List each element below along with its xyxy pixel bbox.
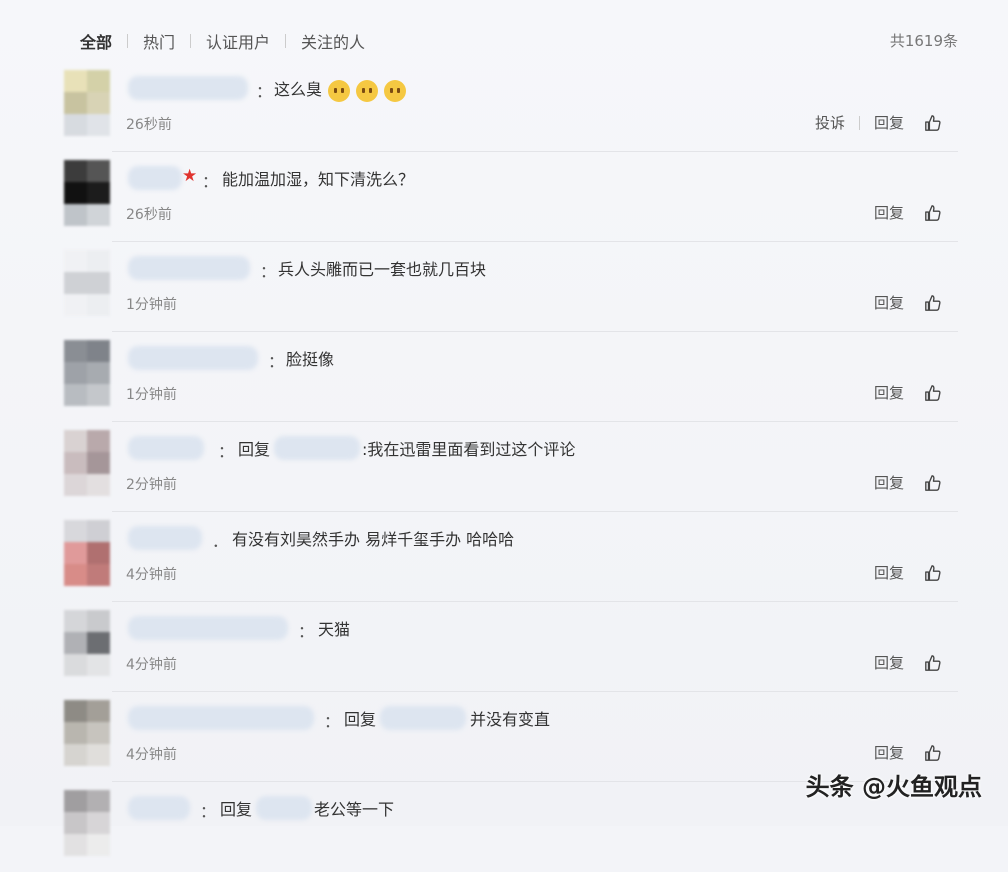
username-blurred[interactable] — [128, 706, 314, 730]
comment-total-count: 共1619条 — [889, 32, 958, 50]
comment-actions: 回复 — [874, 652, 942, 673]
username-blurred[interactable] — [128, 796, 190, 820]
thumbs-up-icon[interactable] — [924, 293, 942, 313]
name-colon: ： — [324, 712, 341, 731]
avatar[interactable] — [64, 520, 110, 586]
tab-all[interactable]: 全部 — [80, 29, 127, 53]
comment-time: 4分钟前 — [126, 657, 177, 673]
avatar[interactable] — [64, 700, 110, 766]
reply-prefix: 回复 — [344, 710, 377, 729]
comment-row: ： 这么臭 26秒前 投诉 回复 — [0, 62, 1008, 152]
avatar[interactable] — [64, 70, 110, 136]
comment-time: 4分钟前 — [126, 567, 177, 583]
cat-emoji-icon — [384, 79, 407, 102]
thumbs-up-icon[interactable] — [924, 473, 942, 493]
avatar[interactable] — [64, 610, 110, 676]
comment-filter-tabs: 全部 热门 认证用户 关注的人 — [80, 28, 380, 54]
reply-button[interactable]: 回复 — [874, 472, 904, 493]
reply-target-username-blurred[interactable] — [274, 436, 360, 460]
comment-time: 1分钟前 — [126, 387, 177, 403]
watermark: 头条 @火鱼观点 — [805, 773, 982, 801]
name-colon: ： — [268, 352, 285, 371]
username-blurred[interactable] — [128, 616, 288, 640]
reply-target-username-blurred[interactable] — [256, 796, 312, 820]
comment-actions: 回复 — [874, 742, 942, 763]
reply-button[interactable]: 回复 — [874, 382, 904, 403]
tab-following[interactable]: 关注的人 — [286, 29, 380, 53]
thumbs-up-icon[interactable] — [924, 383, 942, 403]
thumbs-up-icon[interactable] — [924, 113, 942, 133]
comment-text: 能加温加湿，知下清洗么？ — [222, 170, 415, 189]
comment-time: 4分钟前 — [126, 747, 177, 763]
name-colon: ． — [212, 532, 229, 551]
username-blurred[interactable] — [128, 166, 182, 190]
avatar[interactable] — [64, 430, 110, 496]
comment-actions: 回复 — [874, 472, 942, 493]
comment-row: ： 天猫 4分钟前 回复 — [0, 602, 1008, 692]
reply-button[interactable]: 回复 — [874, 202, 904, 223]
comment-text: 兵人头雕而已一套也就几百块 — [278, 260, 487, 279]
comment-actions: 回复 — [874, 292, 942, 313]
comment-time: 1分钟前 — [126, 297, 177, 313]
comment-text: 并没有变直 — [470, 710, 551, 729]
avatar[interactable] — [64, 790, 110, 856]
name-colon: ： — [218, 442, 235, 461]
comment-row: ： 脸挺像 1分钟前 回复 — [0, 332, 1008, 422]
comment-actions: 回复 — [874, 382, 942, 403]
reply-prefix: 回复 — [220, 800, 253, 819]
comment-actions: 投诉 回复 — [815, 112, 942, 133]
reply-target-username-blurred[interactable] — [380, 706, 466, 730]
comment-text: 脸挺像 — [286, 350, 335, 369]
thumbs-up-icon[interactable] — [924, 563, 942, 583]
thumbs-up-icon[interactable] — [924, 203, 942, 223]
thumbs-up-icon[interactable] — [924, 653, 942, 673]
report-button[interactable]: 投诉 — [815, 112, 845, 133]
reply-button[interactable]: 回复 — [874, 112, 904, 133]
comment-time: 26秒前 — [126, 117, 172, 133]
username-blurred[interactable] — [128, 346, 258, 370]
comment-row: ★ ： 能加温加湿，知下清洗么？ 26秒前 回复 — [0, 152, 1008, 242]
username-blurred[interactable] — [128, 526, 202, 550]
cat-emoji-icon — [328, 79, 351, 102]
comment-row: ． 有没有刘昊然手办 易烊千玺手办 哈哈哈 4分钟前 回复 — [0, 512, 1008, 602]
username-blurred[interactable] — [128, 76, 248, 100]
avatar[interactable] — [64, 160, 110, 226]
username-blurred[interactable] — [128, 256, 250, 280]
comment-text: 老公等一下 — [314, 800, 395, 819]
reply-button[interactable]: 回复 — [874, 562, 904, 583]
comment-time: 2分钟前 — [126, 477, 177, 493]
comment-time: 26秒前 — [126, 207, 172, 223]
comment-actions: 回复 — [874, 202, 942, 223]
name-colon: ： — [202, 172, 219, 191]
comment-text: 有没有刘昊然手办 易烊千玺手办 哈哈哈 — [232, 530, 515, 549]
tab-verified-users[interactable]: 认证用户 — [191, 29, 285, 53]
name-colon: ： — [200, 802, 217, 821]
name-colon: ： — [298, 622, 315, 641]
comment-panel: 全部 热门 认证用户 关注的人 共1619条 ： 这么臭 26秒前 投诉 回复 — [0, 0, 1008, 856]
reply-prefix: 回复 — [238, 440, 271, 459]
reply-button[interactable]: 回复 — [874, 292, 904, 313]
action-divider — [858, 115, 860, 130]
avatar[interactable] — [64, 250, 110, 316]
comment-row: ： 回复 :我在迅雷里面看到过这个评论 2分钟前 回复 — [0, 422, 1008, 512]
cat-emoji-icon — [356, 79, 379, 102]
vip-star-icon: ★ — [182, 166, 198, 186]
thumbs-up-icon[interactable] — [924, 743, 942, 763]
name-colon: ： — [260, 262, 277, 281]
comment-actions: 回复 — [874, 562, 942, 583]
avatar[interactable] — [64, 340, 110, 406]
username-blurred[interactable] — [128, 436, 204, 460]
reply-button[interactable]: 回复 — [874, 742, 904, 763]
comment-row: ： 兵人头雕而已一套也就几百块 1分钟前 回复 — [0, 242, 1008, 332]
reply-button[interactable]: 回复 — [874, 652, 904, 673]
comment-text: :我在迅雷里面看到过这个评论 — [362, 440, 576, 459]
tab-hot[interactable]: 热门 — [128, 29, 190, 53]
name-colon: ： — [256, 82, 273, 101]
comment-text: 天猫 — [318, 620, 351, 639]
comment-text: 这么臭 — [274, 76, 407, 102]
